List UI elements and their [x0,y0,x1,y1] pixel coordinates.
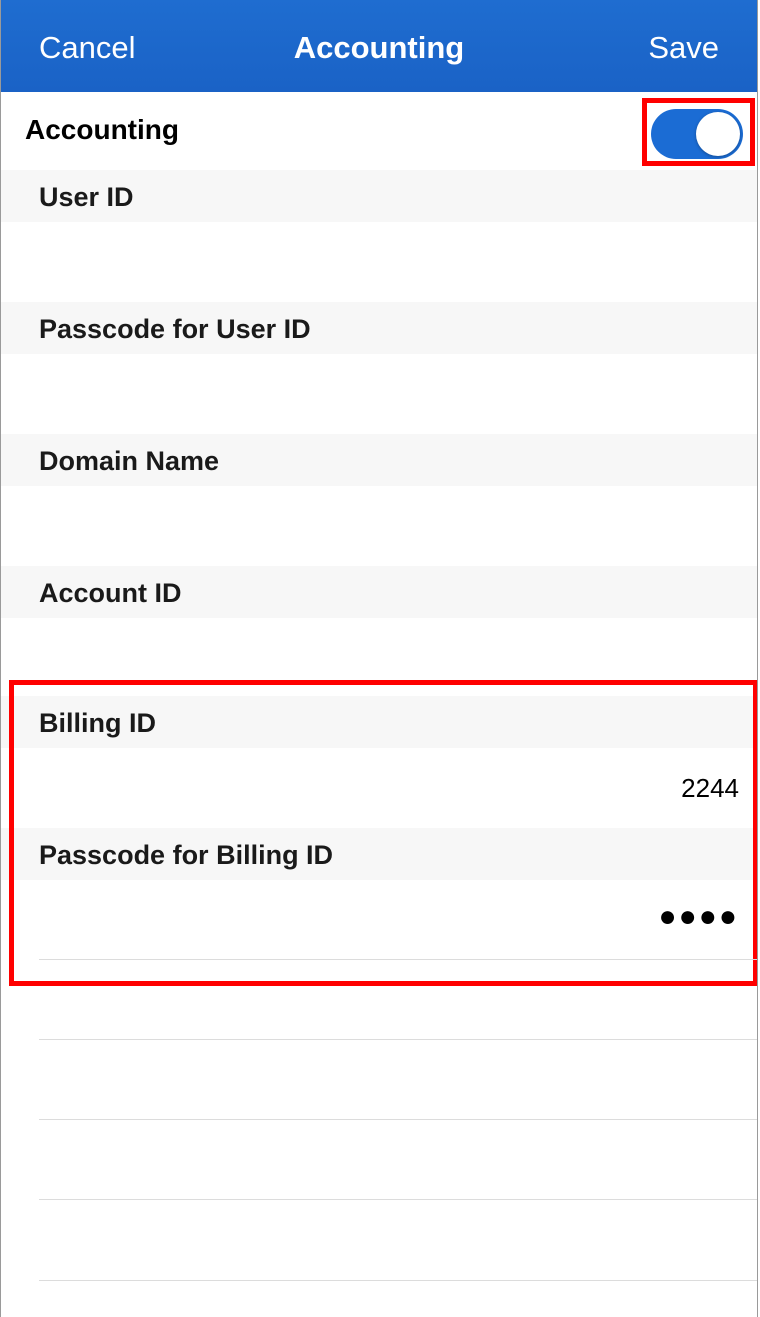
passcode-user-id-label: Passcode for User ID [39,314,311,344]
separator-line [39,1039,757,1040]
accounting-toggle-switch[interactable] [651,109,743,159]
passcode-billing-id-label: Passcode for Billing ID [39,840,334,870]
passcode-user-id-field[interactable] [1,354,757,434]
account-id-label: Account ID [39,578,182,608]
domain-name-field[interactable] [1,486,757,566]
separator-line [39,959,757,960]
accounting-toggle-label: Accounting [25,114,179,145]
accounting-screen: Cancel Accounting Save Accounting User I… [0,0,758,1317]
passcode-billing-id-field[interactable]: ●●●● [1,880,757,960]
domain-name-header: Domain Name [1,434,757,486]
user-id-field[interactable] [1,222,757,302]
passcode-billing-id-header: Passcode for Billing ID [1,828,757,880]
billing-id-value: 2244 [681,773,739,803]
navigation-bar: Cancel Accounting Save [1,0,757,92]
passcode-billing-id-value: ●●●● [658,900,739,933]
separator-line [39,1119,757,1120]
account-id-field[interactable] [1,618,757,698]
cancel-button[interactable]: Cancel [39,30,136,66]
billing-id-label: Billing ID [39,708,156,738]
passcode-user-id-header: Passcode for User ID [1,302,757,354]
user-id-header: User ID [1,170,757,222]
user-id-label: User ID [39,182,134,212]
domain-name-label: Domain Name [39,446,220,476]
save-button[interactable]: Save [648,30,719,66]
separator-line [39,1280,757,1281]
account-id-header: Account ID [1,566,757,618]
billing-id-header: Billing ID [1,696,757,748]
accounting-toggle-row: Accounting [1,92,757,170]
billing-id-field[interactable]: 2244 [1,748,757,828]
toggle-knob [696,112,740,156]
separator-line [39,1199,757,1200]
